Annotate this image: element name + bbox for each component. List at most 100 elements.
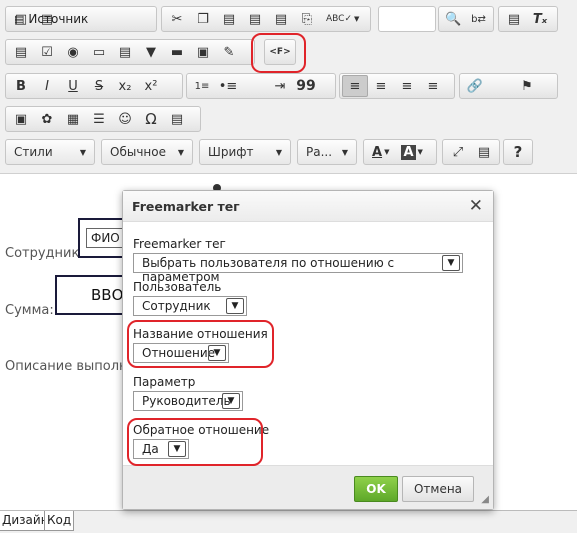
replace-icon: b⇄: [471, 13, 486, 25]
indent-button[interactable]: ⇥: [267, 75, 293, 97]
format-combo[interactable]: Обычное ▼: [101, 139, 193, 165]
bold-button[interactable]: B: [8, 75, 34, 97]
close-icon[interactable]: ✕: [469, 196, 483, 216]
align-center-button[interactable]: ≡: [368, 75, 394, 97]
tag-select[interactable]: Выбрать пользователя по отношению с пара…: [133, 253, 463, 284]
employee-label: Сотрудник:: [5, 246, 84, 261]
align-center-icon: ≡: [375, 78, 387, 94]
italic-button[interactable]: I: [34, 75, 60, 97]
align-justify-button[interactable]: ≡: [420, 75, 446, 97]
font-combo[interactable]: Шрифт ▼: [199, 139, 291, 165]
special-char-button[interactable]: Ω: [138, 108, 164, 130]
strikethrough-button[interactable]: S: [86, 75, 112, 97]
button-icon: ▬: [170, 44, 184, 60]
flash-button[interactable]: ✿: [34, 108, 60, 130]
select-field-button[interactable]: ▼: [138, 41, 164, 63]
toolbar-group-select: ▤ Tₓ: [498, 6, 558, 32]
chevron-down-icon: ▼: [226, 298, 244, 314]
align-left-button[interactable]: ≡: [342, 75, 368, 97]
highlight-freemarker-button: [251, 33, 306, 73]
maximize-icon: ⤢: [452, 144, 464, 160]
tab-code[interactable]: Код: [44, 511, 75, 531]
spellcheck-icon: ABC✓: [326, 14, 352, 24]
remove-format-icon: Tₓ: [532, 11, 548, 27]
paste-text-button[interactable]: ▤: [242, 8, 268, 30]
copy-button[interactable]: ❐: [190, 8, 216, 30]
source-button[interactable]: ▤ Источник: [8, 8, 94, 30]
find-field[interactable]: [378, 6, 436, 32]
toolbar-group-forms: ▤ ☑ ◉ ▭ ▤ ▼ ▬ ▣ ✎: [5, 39, 255, 65]
toolbar-group-colors: A ▼ A ▼: [363, 139, 437, 165]
styles-combo[interactable]: Стили ▼: [5, 139, 95, 165]
bg-color-button[interactable]: A ▼: [395, 141, 428, 163]
horizontal-rule-button[interactable]: ☰: [86, 108, 112, 130]
show-blocks-button[interactable]: ▤: [471, 141, 497, 163]
ok-button[interactable]: OK: [354, 476, 398, 502]
select-all-icon: ▤: [507, 11, 521, 27]
editor-mode-tabs: Дизайн Код: [0, 510, 577, 533]
format-label: Обычное: [110, 145, 166, 159]
cut-button[interactable]: ✂: [164, 8, 190, 30]
link-icon: 🔗: [466, 78, 484, 94]
anchor-button[interactable]: ⚑: [514, 75, 540, 97]
help-button[interactable]: ?: [506, 141, 530, 163]
image-button-button[interactable]: ▣: [190, 41, 216, 63]
numbered-list-button[interactable]: 1≡: [189, 75, 215, 97]
dialog-title: Freemarker тег: [132, 199, 240, 214]
text-color-button[interactable]: A ▼: [366, 141, 395, 163]
underline-button[interactable]: U: [60, 75, 86, 97]
hidden-field-icon: ✎: [223, 44, 235, 60]
radio-icon: ◉: [67, 44, 79, 60]
table-button[interactable]: ▦: [60, 108, 86, 130]
subscript-button[interactable]: x₂: [112, 75, 138, 97]
select-all-button[interactable]: ▤: [501, 8, 527, 30]
cancel-button[interactable]: Отмена: [402, 476, 474, 502]
chevron-down-icon: ▼: [442, 255, 460, 271]
checkbox-button[interactable]: ☑: [34, 41, 60, 63]
scissors-icon: ✂: [171, 11, 183, 27]
textfield-button[interactable]: ▭: [86, 41, 112, 63]
align-justify-icon: ≡: [427, 78, 439, 94]
paste-text-icon: ▤: [248, 11, 262, 27]
outdent-button[interactable]: [241, 75, 267, 97]
link-button[interactable]: 🔗: [462, 75, 488, 97]
textarea-icon: ▤: [118, 44, 132, 60]
toolbar-group-document: ▤ Источник □ ▤: [5, 6, 157, 32]
sum-field[interactable]: ВВО: [91, 286, 123, 304]
unlink-button[interactable]: [488, 75, 514, 97]
smiley-icon: ☺: [118, 111, 132, 127]
align-right-button[interactable]: ≡: [394, 75, 420, 97]
size-combo[interactable]: Ра... ▼: [297, 139, 357, 165]
bulleted-list-icon: •≡: [218, 78, 238, 94]
page-break-button[interactable]: ▤: [164, 108, 190, 130]
chevron-down-icon: ▼: [177, 147, 184, 157]
print-button[interactable]: ⎘: [294, 8, 320, 30]
toolbar-group-find: 🔍 b⇄: [438, 6, 494, 32]
spellcheck-dropdown-icon: ▼: [354, 15, 360, 23]
highlight-reverse-select: [127, 418, 263, 466]
image-button[interactable]: ▣: [8, 108, 34, 130]
page-break-icon: ▤: [170, 111, 184, 127]
paste-button[interactable]: ▤: [216, 8, 242, 30]
radio-button[interactable]: ◉: [60, 41, 86, 63]
remove-format-button[interactable]: Tₓ: [527, 8, 553, 30]
paste-word-button[interactable]: ▤: [268, 8, 294, 30]
resize-grip-icon[interactable]: ◢: [481, 494, 489, 505]
toolbar-group-align: ≡ ≡ ≡ ≡: [339, 73, 455, 99]
dialog-header[interactable]: Freemarker тег ✕: [123, 191, 493, 222]
editor-toolbar: ▤ Источник □ ▤ ✂ ❐ ▤ ▤ ▤ ⎘ ABC✓ ▼ 🔍 b⇄ ▤ …: [0, 0, 577, 174]
maximize-button[interactable]: ⤢: [445, 141, 471, 163]
superscript-button[interactable]: x²: [138, 75, 164, 97]
spellcheck-button[interactable]: ABC✓ ▼: [320, 8, 365, 30]
hidden-field-button[interactable]: ✎: [216, 41, 242, 63]
textarea-button[interactable]: ▤: [112, 41, 138, 63]
form-button[interactable]: ▤: [8, 41, 34, 63]
user-select[interactable]: Сотрудник ▼: [133, 296, 247, 316]
bulleted-list-button[interactable]: •≡: [215, 75, 241, 97]
find-button[interactable]: 🔍: [441, 8, 466, 30]
replace-button[interactable]: b⇄: [466, 8, 491, 30]
param-select[interactable]: Руководитель ▼: [133, 391, 243, 411]
button-field-button[interactable]: ▬: [164, 41, 190, 63]
blockquote-button[interactable]: 99: [293, 75, 319, 97]
smiley-button[interactable]: ☺: [112, 108, 138, 130]
